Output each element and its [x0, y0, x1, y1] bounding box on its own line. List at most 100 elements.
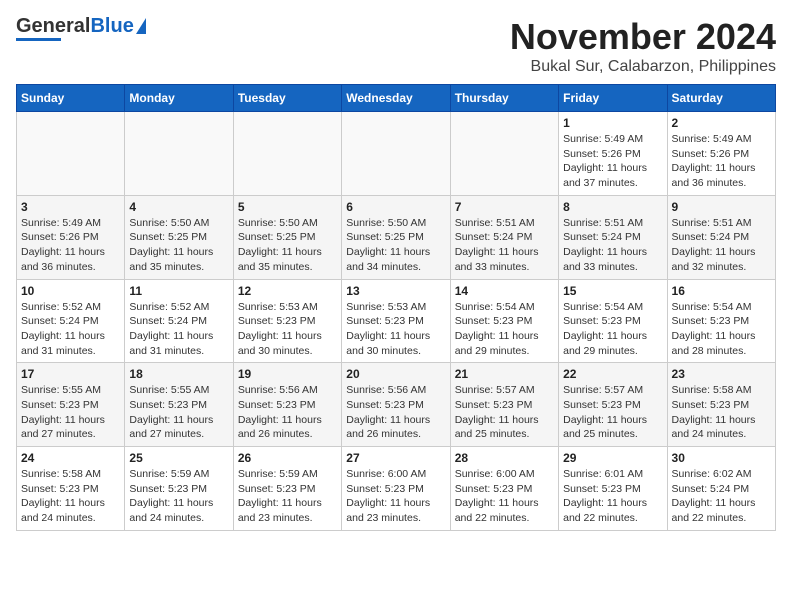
day-number: 12	[238, 284, 337, 298]
day-info: Sunrise: 5:51 AM Sunset: 5:24 PM Dayligh…	[563, 216, 662, 275]
day-info: Sunrise: 5:56 AM Sunset: 5:23 PM Dayligh…	[238, 383, 337, 442]
day-info: Sunrise: 6:02 AM Sunset: 5:24 PM Dayligh…	[672, 467, 771, 526]
day-info: Sunrise: 5:50 AM Sunset: 5:25 PM Dayligh…	[238, 216, 337, 275]
calendar-cell: 10Sunrise: 5:52 AM Sunset: 5:24 PM Dayli…	[17, 279, 125, 363]
calendar-week-row: 17 Sunrise: 5:55 AM Sunset: 5:23 PM Dayli…	[17, 363, 776, 447]
day-info: Sunrise: 5:50 AM Sunset: 5:25 PM Dayligh…	[346, 216, 445, 275]
calendar-cell	[17, 112, 125, 196]
logo-general: General	[16, 15, 90, 37]
calendar-week-row: 3 Sunrise: 5:49 AM Sunset: 5:26 PM Daylig…	[17, 195, 776, 279]
day-number: 14	[455, 284, 554, 298]
calendar-cell: 5 Sunrise: 5:50 AM Sunset: 5:25 PM Daylig…	[233, 195, 341, 279]
day-info: Sunrise: 5:51 AM Sunset: 5:24 PM Dayligh…	[455, 216, 554, 275]
calendar-cell: 4Sunrise: 5:50 AM Sunset: 5:25 PM Daylig…	[125, 195, 233, 279]
day-number: 13	[346, 284, 445, 298]
calendar-cell: 20 Sunrise: 5:56 AM Sunset: 5:23 PM Dayli…	[342, 363, 450, 447]
calendar-cell: 14 Sunrise: 5:54 AM Sunset: 5:23 PM Dayli…	[450, 279, 558, 363]
calendar-header-saturday: Saturday	[667, 85, 775, 112]
logo-blue: Blue	[90, 15, 133, 37]
page-header: GeneralBlue November 2024 Bukal Sur, Cal…	[16, 16, 776, 76]
calendar-header-thursday: Thursday	[450, 85, 558, 112]
day-info: Sunrise: 5:58 AM Sunset: 5:23 PM Dayligh…	[672, 383, 771, 442]
day-number: 24	[21, 451, 120, 465]
day-info: Sunrise: 5:53 AM Sunset: 5:23 PM Dayligh…	[346, 300, 445, 359]
calendar-header-tuesday: Tuesday	[233, 85, 341, 112]
day-number: 16	[672, 284, 771, 298]
calendar-cell: 11 Sunrise: 5:52 AM Sunset: 5:24 PM Dayli…	[125, 279, 233, 363]
calendar-table: SundayMondayTuesdayWednesdayThursdayFrid…	[16, 84, 776, 531]
day-number: 1	[563, 116, 662, 130]
calendar-cell: 8 Sunrise: 5:51 AM Sunset: 5:24 PM Daylig…	[559, 195, 667, 279]
day-info: Sunrise: 5:49 AM Sunset: 5:26 PM Dayligh…	[563, 132, 662, 191]
logo-underline	[16, 38, 61, 41]
day-number: 8	[563, 200, 662, 214]
calendar-cell: 21 Sunrise: 5:57 AM Sunset: 5:23 PM Dayli…	[450, 363, 558, 447]
calendar-cell: 2 Sunrise: 5:49 AM Sunset: 5:26 PM Daylig…	[667, 112, 775, 196]
day-number: 17	[21, 367, 120, 381]
calendar-header-friday: Friday	[559, 85, 667, 112]
calendar-header-monday: Monday	[125, 85, 233, 112]
calendar-cell: 30 Sunrise: 6:02 AM Sunset: 5:24 PM Dayli…	[667, 447, 775, 531]
calendar-cell	[233, 112, 341, 196]
logo: GeneralBlue	[16, 16, 146, 41]
day-info: Sunrise: 6:00 AM Sunset: 5:23 PM Dayligh…	[455, 467, 554, 526]
calendar-cell: 17 Sunrise: 5:55 AM Sunset: 5:23 PM Dayli…	[17, 363, 125, 447]
day-number: 26	[238, 451, 337, 465]
day-info: Sunrise: 5:54 AM Sunset: 5:23 PM Dayligh…	[672, 300, 771, 359]
calendar-cell: 25 Sunrise: 5:59 AM Sunset: 5:23 PM Dayli…	[125, 447, 233, 531]
day-number: 30	[672, 451, 771, 465]
day-number: 15	[563, 284, 662, 298]
day-number: 28	[455, 451, 554, 465]
day-info: Sunrise: 5:49 AM Sunset: 5:26 PM Dayligh…	[21, 216, 120, 275]
day-number: 18	[129, 367, 228, 381]
day-number: 11	[129, 284, 228, 298]
day-number: 6	[346, 200, 445, 214]
calendar-cell	[125, 112, 233, 196]
calendar-cell: 3 Sunrise: 5:49 AM Sunset: 5:26 PM Daylig…	[17, 195, 125, 279]
location-title: Bukal Sur, Calabarzon, Philippines	[510, 58, 776, 76]
day-info: Sunrise: 5:58 AM Sunset: 5:23 PM Dayligh…	[21, 467, 120, 526]
title-area: November 2024 Bukal Sur, Calabarzon, Phi…	[510, 16, 776, 76]
calendar-cell	[450, 112, 558, 196]
calendar-cell: 23 Sunrise: 5:58 AM Sunset: 5:23 PM Dayli…	[667, 363, 775, 447]
day-number: 7	[455, 200, 554, 214]
calendar-week-row: 1 Sunrise: 5:49 AM Sunset: 5:26 PM Daylig…	[17, 112, 776, 196]
day-info: Sunrise: 5:54 AM Sunset: 5:23 PM Dayligh…	[563, 300, 662, 359]
day-number: 23	[672, 367, 771, 381]
day-info: Sunrise: 5:51 AM Sunset: 5:24 PM Dayligh…	[672, 216, 771, 275]
day-number: 3	[21, 200, 120, 214]
day-info: Sunrise: 5:57 AM Sunset: 5:23 PM Dayligh…	[455, 383, 554, 442]
day-info: Sunrise: 5:55 AM Sunset: 5:23 PM Dayligh…	[21, 383, 120, 442]
calendar-cell: 12Sunrise: 5:53 AM Sunset: 5:23 PM Dayli…	[233, 279, 341, 363]
day-number: 4	[129, 200, 228, 214]
day-info: Sunrise: 5:59 AM Sunset: 5:23 PM Dayligh…	[129, 467, 228, 526]
day-info: Sunrise: 5:59 AM Sunset: 5:23 PM Dayligh…	[238, 467, 337, 526]
day-number: 5	[238, 200, 337, 214]
day-info: Sunrise: 5:54 AM Sunset: 5:23 PM Dayligh…	[455, 300, 554, 359]
day-number: 9	[672, 200, 771, 214]
day-number: 20	[346, 367, 445, 381]
calendar-cell: 19 Sunrise: 5:56 AM Sunset: 5:23 PM Dayli…	[233, 363, 341, 447]
day-info: Sunrise: 5:57 AM Sunset: 5:23 PM Dayligh…	[563, 383, 662, 442]
day-number: 29	[563, 451, 662, 465]
calendar-cell: 27Sunrise: 6:00 AM Sunset: 5:23 PM Dayli…	[342, 447, 450, 531]
day-number: 25	[129, 451, 228, 465]
day-info: Sunrise: 5:56 AM Sunset: 5:23 PM Dayligh…	[346, 383, 445, 442]
calendar-cell: 9 Sunrise: 5:51 AM Sunset: 5:24 PM Daylig…	[667, 195, 775, 279]
day-info: Sunrise: 5:55 AM Sunset: 5:23 PM Dayligh…	[129, 383, 228, 442]
day-number: 19	[238, 367, 337, 381]
day-number: 21	[455, 367, 554, 381]
calendar-cell	[342, 112, 450, 196]
day-info: Sunrise: 5:49 AM Sunset: 5:26 PM Dayligh…	[672, 132, 771, 191]
calendar-cell: 16 Sunrise: 5:54 AM Sunset: 5:23 PM Dayli…	[667, 279, 775, 363]
calendar-week-row: 24 Sunrise: 5:58 AM Sunset: 5:23 PM Dayli…	[17, 447, 776, 531]
calendar-cell: 28 Sunrise: 6:00 AM Sunset: 5:23 PM Dayli…	[450, 447, 558, 531]
day-number: 2	[672, 116, 771, 130]
calendar-cell: 22Sunrise: 5:57 AM Sunset: 5:23 PM Dayli…	[559, 363, 667, 447]
day-info: Sunrise: 5:52 AM Sunset: 5:24 PM Dayligh…	[129, 300, 228, 359]
calendar-header-row: SundayMondayTuesdayWednesdayThursdayFrid…	[17, 85, 776, 112]
day-number: 10	[21, 284, 120, 298]
calendar-header-sunday: Sunday	[17, 85, 125, 112]
calendar-cell: 15 Sunrise: 5:54 AM Sunset: 5:23 PM Dayli…	[559, 279, 667, 363]
calendar-cell: 1 Sunrise: 5:49 AM Sunset: 5:26 PM Daylig…	[559, 112, 667, 196]
